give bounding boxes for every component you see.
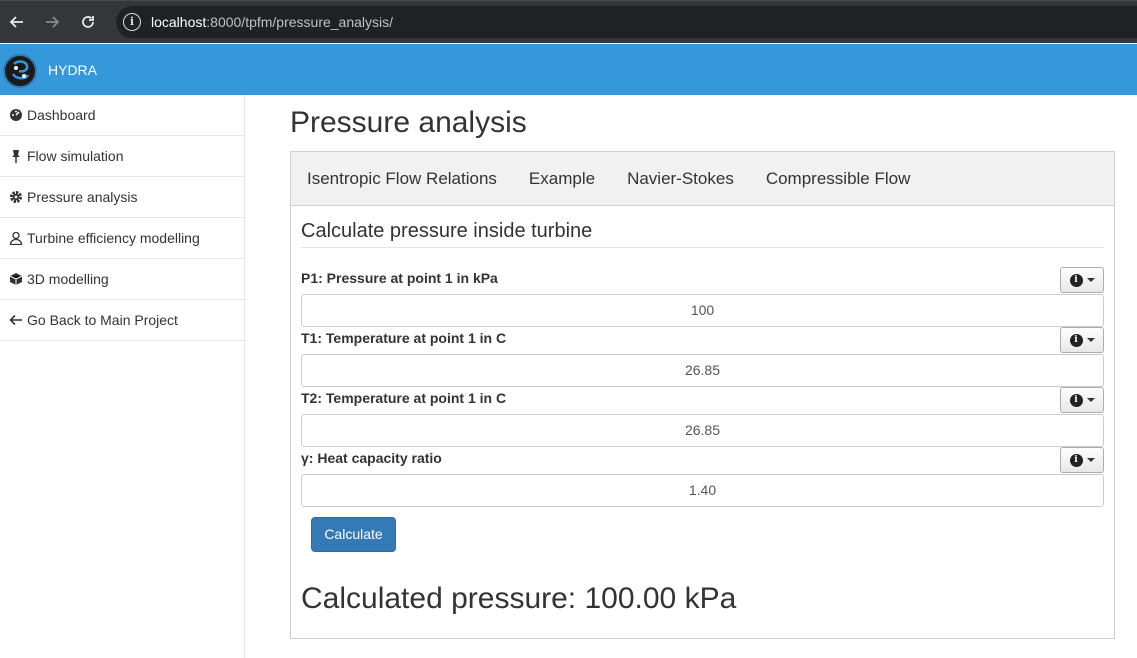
sidebar-item-3d-modelling[interactable]: 3D modelling (0, 259, 244, 300)
sidebar-item-flow-simulation[interactable]: Flow simulation (0, 136, 244, 177)
sidebar-item-pressure-analysis[interactable]: Pressure analysis (0, 177, 244, 218)
calculator-panel: Isentropic Flow Relations Example Navier… (290, 151, 1115, 639)
pushpin-icon (8, 148, 24, 164)
reload-icon (82, 16, 94, 28)
arrow-right-icon (46, 16, 60, 28)
arrow-left-icon (8, 312, 24, 328)
gamma-input[interactable]: 1.40 (301, 474, 1104, 507)
t2-input[interactable]: 26.85 (301, 414, 1104, 447)
url-path: :8000/tpfm/pressure_analysis/ (206, 14, 394, 30)
url-host: localhost (151, 14, 207, 30)
p1-label: P1: Pressure at point 1 in kPa (301, 270, 498, 286)
gamma-label: γ: Heat capacity ratio (301, 450, 442, 466)
arrow-left-icon (9, 16, 23, 28)
gamma-info-button[interactable]: i (1060, 447, 1104, 473)
info-icon: i (1069, 273, 1083, 287)
site-info-icon[interactable]: i (123, 13, 141, 31)
page-title: Pressure analysis (290, 106, 527, 139)
reload-button[interactable] (76, 10, 100, 34)
sidebar-item-go-back[interactable]: Go Back to Main Project (0, 300, 244, 341)
sidebar: Dashboard Flow simulation Pressure analy… (0, 95, 245, 658)
t2-label: T2: Temperature at point 1 in C (301, 390, 507, 406)
p1-info-button[interactable]: i (1060, 267, 1104, 293)
caret-down-icon (1086, 398, 1095, 402)
info-icon: i (1069, 393, 1083, 407)
sidebar-item-label: 3D modelling (27, 271, 109, 287)
sidebar-item-label: Dashboard (27, 107, 96, 123)
info-icon: i (1069, 333, 1083, 347)
tab-navier-stokes[interactable]: Navier-Stokes (627, 169, 734, 189)
caret-down-icon (1086, 278, 1095, 282)
sidebar-item-turbine-efficiency[interactable]: Turbine efficiency modelling (0, 218, 244, 259)
app-header: HYDRA (0, 44, 1137, 95)
address-bar[interactable]: i localhost:8000/tpfm/pressure_analysis/ (116, 6, 1137, 38)
sidebar-item-label: Turbine efficiency modelling (27, 230, 200, 246)
caret-down-icon (1086, 338, 1095, 342)
gear-icon (8, 189, 24, 205)
tab-isentropic-flow[interactable]: Isentropic Flow Relations (307, 169, 497, 189)
url-text: localhost:8000/tpfm/pressure_analysis/ (151, 14, 393, 30)
tab-compressible-flow[interactable]: Compressible Flow (766, 169, 911, 189)
section-divider (301, 247, 1104, 248)
caret-down-icon (1086, 458, 1095, 462)
t2-info-button[interactable]: i (1060, 387, 1104, 413)
cube-icon (8, 271, 24, 287)
p1-input[interactable]: 100 (301, 294, 1104, 327)
t1-label: T1: Temperature at point 1 in C (301, 330, 507, 346)
t1-info-button[interactable]: i (1060, 327, 1104, 353)
info-icon: i (1069, 453, 1083, 467)
dashboard-icon (8, 107, 24, 123)
user-icon (8, 230, 24, 246)
sidebar-item-label: Flow simulation (27, 148, 124, 164)
back-button[interactable] (5, 10, 29, 34)
sidebar-item-label: Go Back to Main Project (27, 312, 178, 328)
calculate-button[interactable]: Calculate (311, 517, 396, 552)
hydra-logo-icon[interactable] (3, 54, 37, 88)
sidebar-item-dashboard[interactable]: Dashboard (0, 95, 244, 136)
tab-bar: Isentropic Flow Relations Example Navier… (291, 152, 1114, 206)
t1-input[interactable]: 26.85 (301, 354, 1104, 387)
sidebar-item-label: Pressure analysis (27, 189, 138, 205)
forward-button[interactable] (40, 10, 64, 34)
calculated-pressure-result: Calculated pressure: 100.00 kPa (301, 582, 737, 615)
browser-toolbar: i localhost:8000/tpfm/pressure_analysis/ (0, 0, 1137, 43)
tab-example[interactable]: Example (529, 169, 595, 189)
section-title: Calculate pressure inside turbine (301, 220, 593, 242)
brand-name[interactable]: HYDRA (48, 62, 97, 78)
